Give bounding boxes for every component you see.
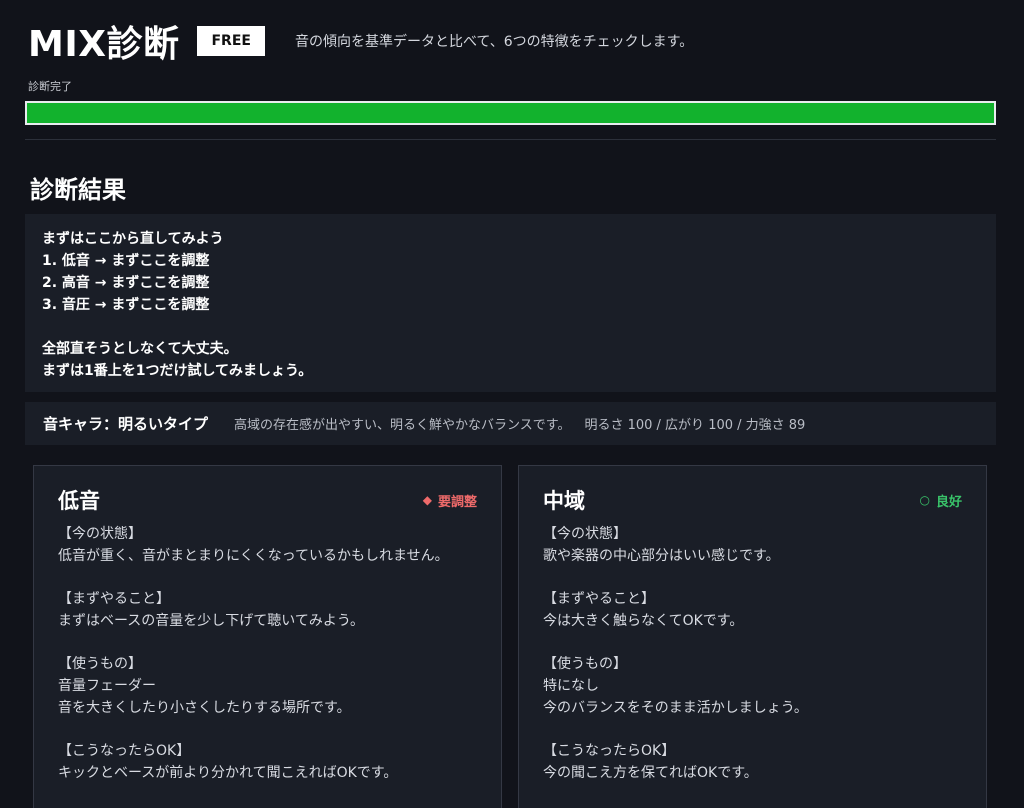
free-badge: FREE xyxy=(197,26,265,56)
section-text: 音を大きくしたり小さくしたりする場所です。 xyxy=(58,700,351,716)
card-body: 【今の状態】 歌や楽器の中心部分はいい感じです。 【まずやること】 今は大きく触… xyxy=(543,523,962,784)
section-text: 特になし xyxy=(543,678,599,694)
advice-note: 全部直そうとしなくて大丈夫。 xyxy=(42,341,238,357)
page-title: MIX診断 xyxy=(28,24,180,65)
advice-box: まずはここから直してみよう 1. 低音 → まずここを調整 2. 高音 → まず… xyxy=(25,214,996,392)
card-header: 中域 ○ 良好 xyxy=(543,482,962,518)
status-label: 診断完了 xyxy=(28,80,72,93)
card-header: 低音 ◆ 要調整 xyxy=(58,482,477,518)
section-text: まずはベースの音量を少し下げて聴いてみよう。 xyxy=(58,613,365,629)
result-card-bass: 低音 ◆ 要調整 【今の状態】 低音が重く、音がまとまりにくくなっているかもしれ… xyxy=(33,465,502,808)
section-label: 【こうなったらOK】 xyxy=(543,743,676,759)
section-label: 【まずやること】 xyxy=(58,591,170,607)
section-label: 【使うもの】 xyxy=(58,656,142,672)
status-badge: ○ 良好 xyxy=(920,491,963,510)
progress-bar xyxy=(25,101,996,125)
section-text: 低音が重く、音がまとまりにくくなっているかもしれません。 xyxy=(58,548,449,564)
advice-item: 1. 低音 → まずここを調整 xyxy=(42,253,210,269)
sound-character-title: 音キャラ：明るいタイプ xyxy=(43,415,209,433)
card-body: 【今の状態】 低音が重く、音がまとまりにくくなっているかもしれません。 【まずや… xyxy=(58,523,477,784)
section-label: 【今の状態】 xyxy=(58,526,142,542)
card-title: 低音 xyxy=(58,489,100,513)
progress-fill xyxy=(27,103,994,123)
result-card-mid: 中域 ○ 良好 【今の状態】 歌や楽器の中心部分はいい感じです。 【まずやること… xyxy=(518,465,987,808)
circle-icon: ○ xyxy=(919,493,930,507)
section-label: 【使うもの】 xyxy=(543,656,627,672)
advice-item: 3. 音圧 → まずここを調整 xyxy=(42,297,210,313)
advice-item: 2. 高音 → まずここを調整 xyxy=(42,275,210,291)
page-tagline: 音の傾向を基準データと比べて、6つの特徴をチェックします。 xyxy=(294,34,694,50)
section-label: 【まずやること】 xyxy=(543,591,655,607)
advice-note: まずは1番上を1つだけ試してみましょう。 xyxy=(42,363,313,379)
section-text: 歌や楽器の中心部分はいい感じです。 xyxy=(543,548,780,564)
section-text: 今のバランスをそのまま活かしましょう。 xyxy=(543,700,808,716)
status-text: 要調整 xyxy=(437,494,477,510)
status-text: 良好 xyxy=(935,494,962,510)
sound-character-bar: 音キャラ：明るいタイプ 高域の存在感が出やすい、明るく鮮やかなバランスです。 明… xyxy=(25,402,996,445)
sound-character-description: 高域の存在感が出やすい、明るく鮮やかなバランスです。 xyxy=(234,418,571,433)
section-text: 音量フェーダー xyxy=(58,678,156,694)
divider xyxy=(25,139,996,140)
section-text: 今は大きく触らなくてOKです。 xyxy=(543,613,744,629)
results-title: 診断結果 xyxy=(30,176,126,204)
diamond-icon: ◆ xyxy=(422,493,432,507)
header: MIX診断 FREE 音の傾向を基準データと比べて、6つの特徴をチェックします。 xyxy=(28,18,694,65)
sound-character-stats: 明るさ 100 / 広がり 100 / 力強さ 89 xyxy=(584,418,806,433)
section-text: キックとベースが前より分かれて聞こえればOKです。 xyxy=(58,765,398,781)
card-title: 中域 xyxy=(543,489,585,513)
section-label: 【今の状態】 xyxy=(543,526,627,542)
advice-heading: まずはここから直してみよう xyxy=(42,231,224,247)
section-text: 今の聞こえ方を保てればOKです。 xyxy=(543,765,758,781)
mix-diagnosis-page: MIX診断 FREE 音の傾向を基準データと比べて、6つの特徴をチェックします。… xyxy=(0,0,1024,808)
status-badge: ◆ 要調整 xyxy=(423,491,477,510)
section-label: 【こうなったらOK】 xyxy=(58,743,191,759)
